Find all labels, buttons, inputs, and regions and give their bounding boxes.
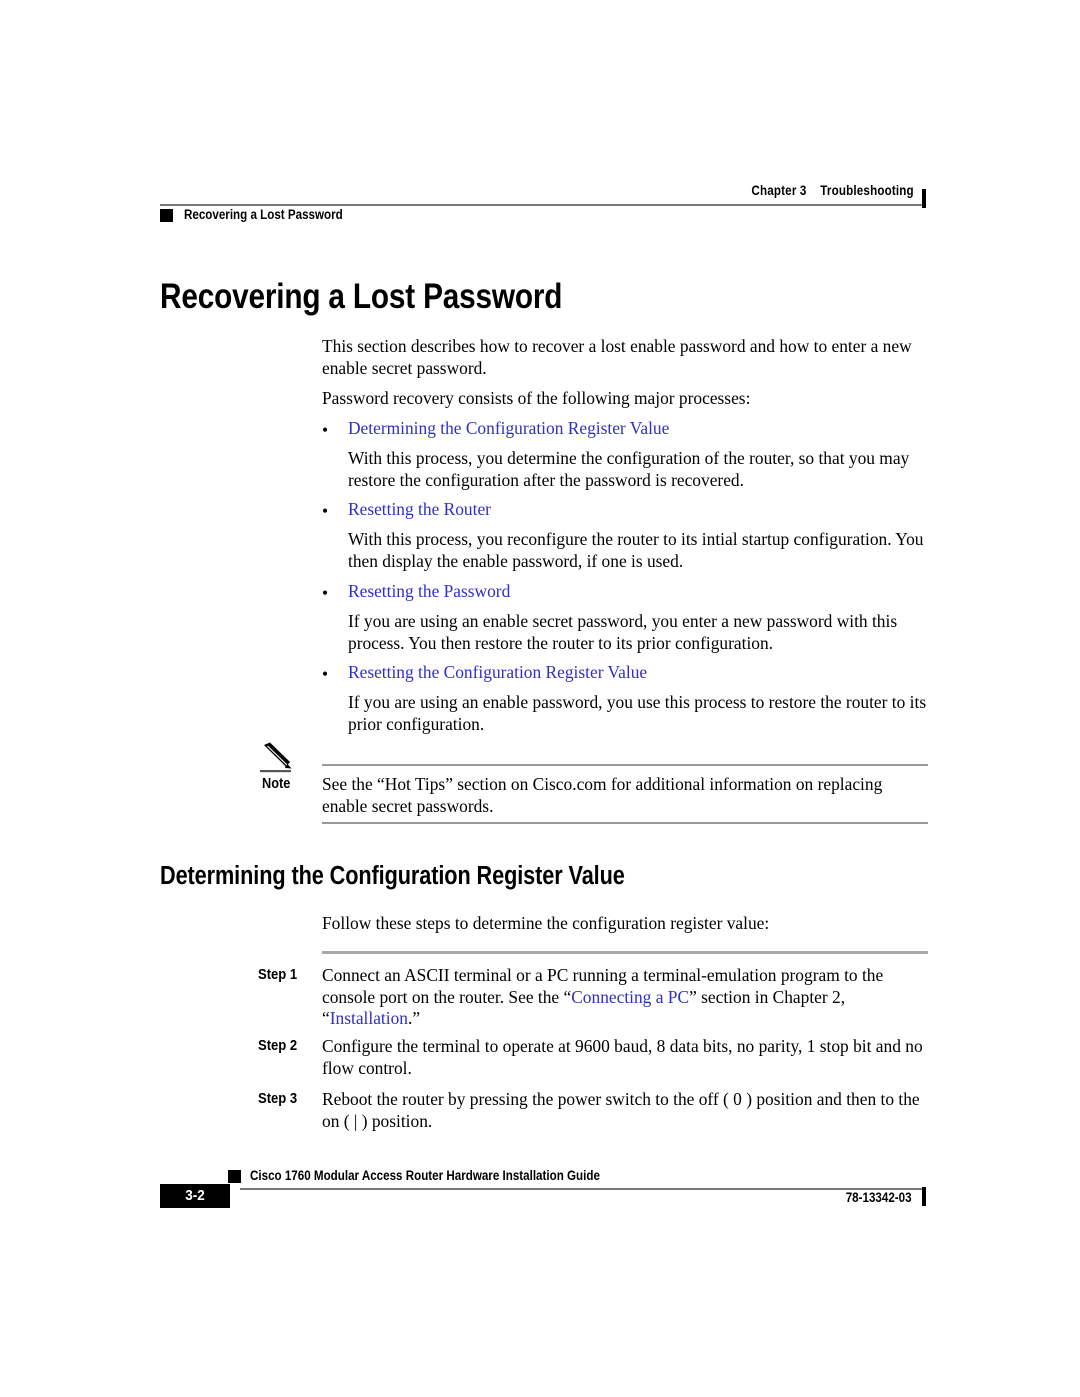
list-item[interactable]: • Resetting the Password <box>322 581 932 603</box>
footer-divider <box>240 1188 924 1190</box>
cross-reference-link[interactable]: Resetting the Router <box>348 499 932 521</box>
step-label: Step 2 <box>258 1038 298 1054</box>
list-item[interactable]: • Determining the Configuration Register… <box>322 418 932 440</box>
step-text-segment: Reboot the router by pressing the power … <box>322 1089 920 1131</box>
list-item-description: With this process, you determine the con… <box>348 448 910 490</box>
connecting-a-pc-link[interactable]: Connecting a PC <box>571 987 689 1007</box>
intro-paragraph: This section describes how to recover a … <box>322 336 912 378</box>
step-text: Connect an ASCII terminal or a PC runnin… <box>322 965 930 1030</box>
list-item-description: If you are using an enable secret passwo… <box>348 611 898 653</box>
steps-top-divider <box>322 951 928 954</box>
cross-reference-link[interactable]: Resetting the Password <box>348 581 932 603</box>
list-item-description: If you are using an enable password, you… <box>348 692 927 734</box>
step-item: Step 1 Connect an ASCII terminal or a PC… <box>258 965 932 1030</box>
footer-bullet-square-icon <box>228 1170 241 1183</box>
page-footer: Cisco 1760 Modular Access Router Hardwar… <box>160 1168 928 1218</box>
step-label: Step 1 <box>258 967 298 983</box>
pencil-icon <box>260 742 300 774</box>
step-label: Step 3 <box>258 1091 298 1107</box>
cross-reference-link[interactable]: Determining the Configuration Register V… <box>348 418 932 440</box>
step-item: Step 2 Configure the terminal to operate… <box>258 1036 932 1079</box>
list-item-description: With this process, you reconfigure the r… <box>348 529 924 571</box>
document-page: Chapter 3 Troubleshooting Recovering a Lo… <box>0 0 1080 1397</box>
header-bullet-square-icon <box>160 209 173 222</box>
header-edge-tick <box>922 189 926 208</box>
header-section-title: Recovering a Lost Password <box>184 207 343 222</box>
section-heading: Determining the Configuration Register V… <box>160 862 625 890</box>
step-text-segment: Configure the terminal to operate at 960… <box>322 1036 923 1078</box>
step-item: Step 3 Reboot the router by pressing the… <box>258 1089 932 1132</box>
note-bottom-divider <box>322 822 928 824</box>
note-label: Note <box>262 776 291 792</box>
header-chapter-title: Troubleshooting <box>820 183 914 198</box>
running-header: Chapter 3 Troubleshooting Recovering a Lo… <box>160 183 928 229</box>
note-top-divider <box>322 764 928 766</box>
header-chapter-info: Chapter 3 Troubleshooting <box>752 183 914 198</box>
bullet-glyph-icon: • <box>322 664 329 684</box>
list-item[interactable]: • Resetting the Router <box>322 499 932 521</box>
footer-guide-title: Cisco 1760 Modular Access Router Hardwar… <box>250 1168 600 1183</box>
step-text-segment: .” <box>407 1008 421 1029</box>
installation-link[interactable]: Installation <box>330 1008 408 1028</box>
footer-document-number: 78-13342-03 <box>846 1190 912 1205</box>
step-text: Configure the terminal to operate at 960… <box>322 1036 930 1079</box>
header-chapter-label: Chapter 3 <box>751 183 807 198</box>
footer-page-number: 3-2 <box>185 1187 205 1204</box>
step-text: Reboot the router by pressing the power … <box>322 1089 930 1132</box>
page-title: Recovering a Lost Password <box>160 277 563 316</box>
bullet-glyph-icon: • <box>322 501 329 521</box>
footer-edge-tick <box>922 1187 926 1206</box>
bullet-glyph-icon: • <box>322 420 329 440</box>
processes-lead-paragraph: Password recovery consists of the follow… <box>322 388 751 408</box>
header-divider <box>160 204 924 206</box>
list-item[interactable]: • Resetting the Configuration Register V… <box>322 662 932 684</box>
note-text: See the “Hot Tips” section on Cisco.com … <box>322 774 883 816</box>
cross-reference-link[interactable]: Resetting the Configuration Register Val… <box>348 662 932 684</box>
steps-lead-paragraph: Follow these steps to determine the conf… <box>322 913 770 933</box>
bullet-glyph-icon: • <box>322 583 329 603</box>
